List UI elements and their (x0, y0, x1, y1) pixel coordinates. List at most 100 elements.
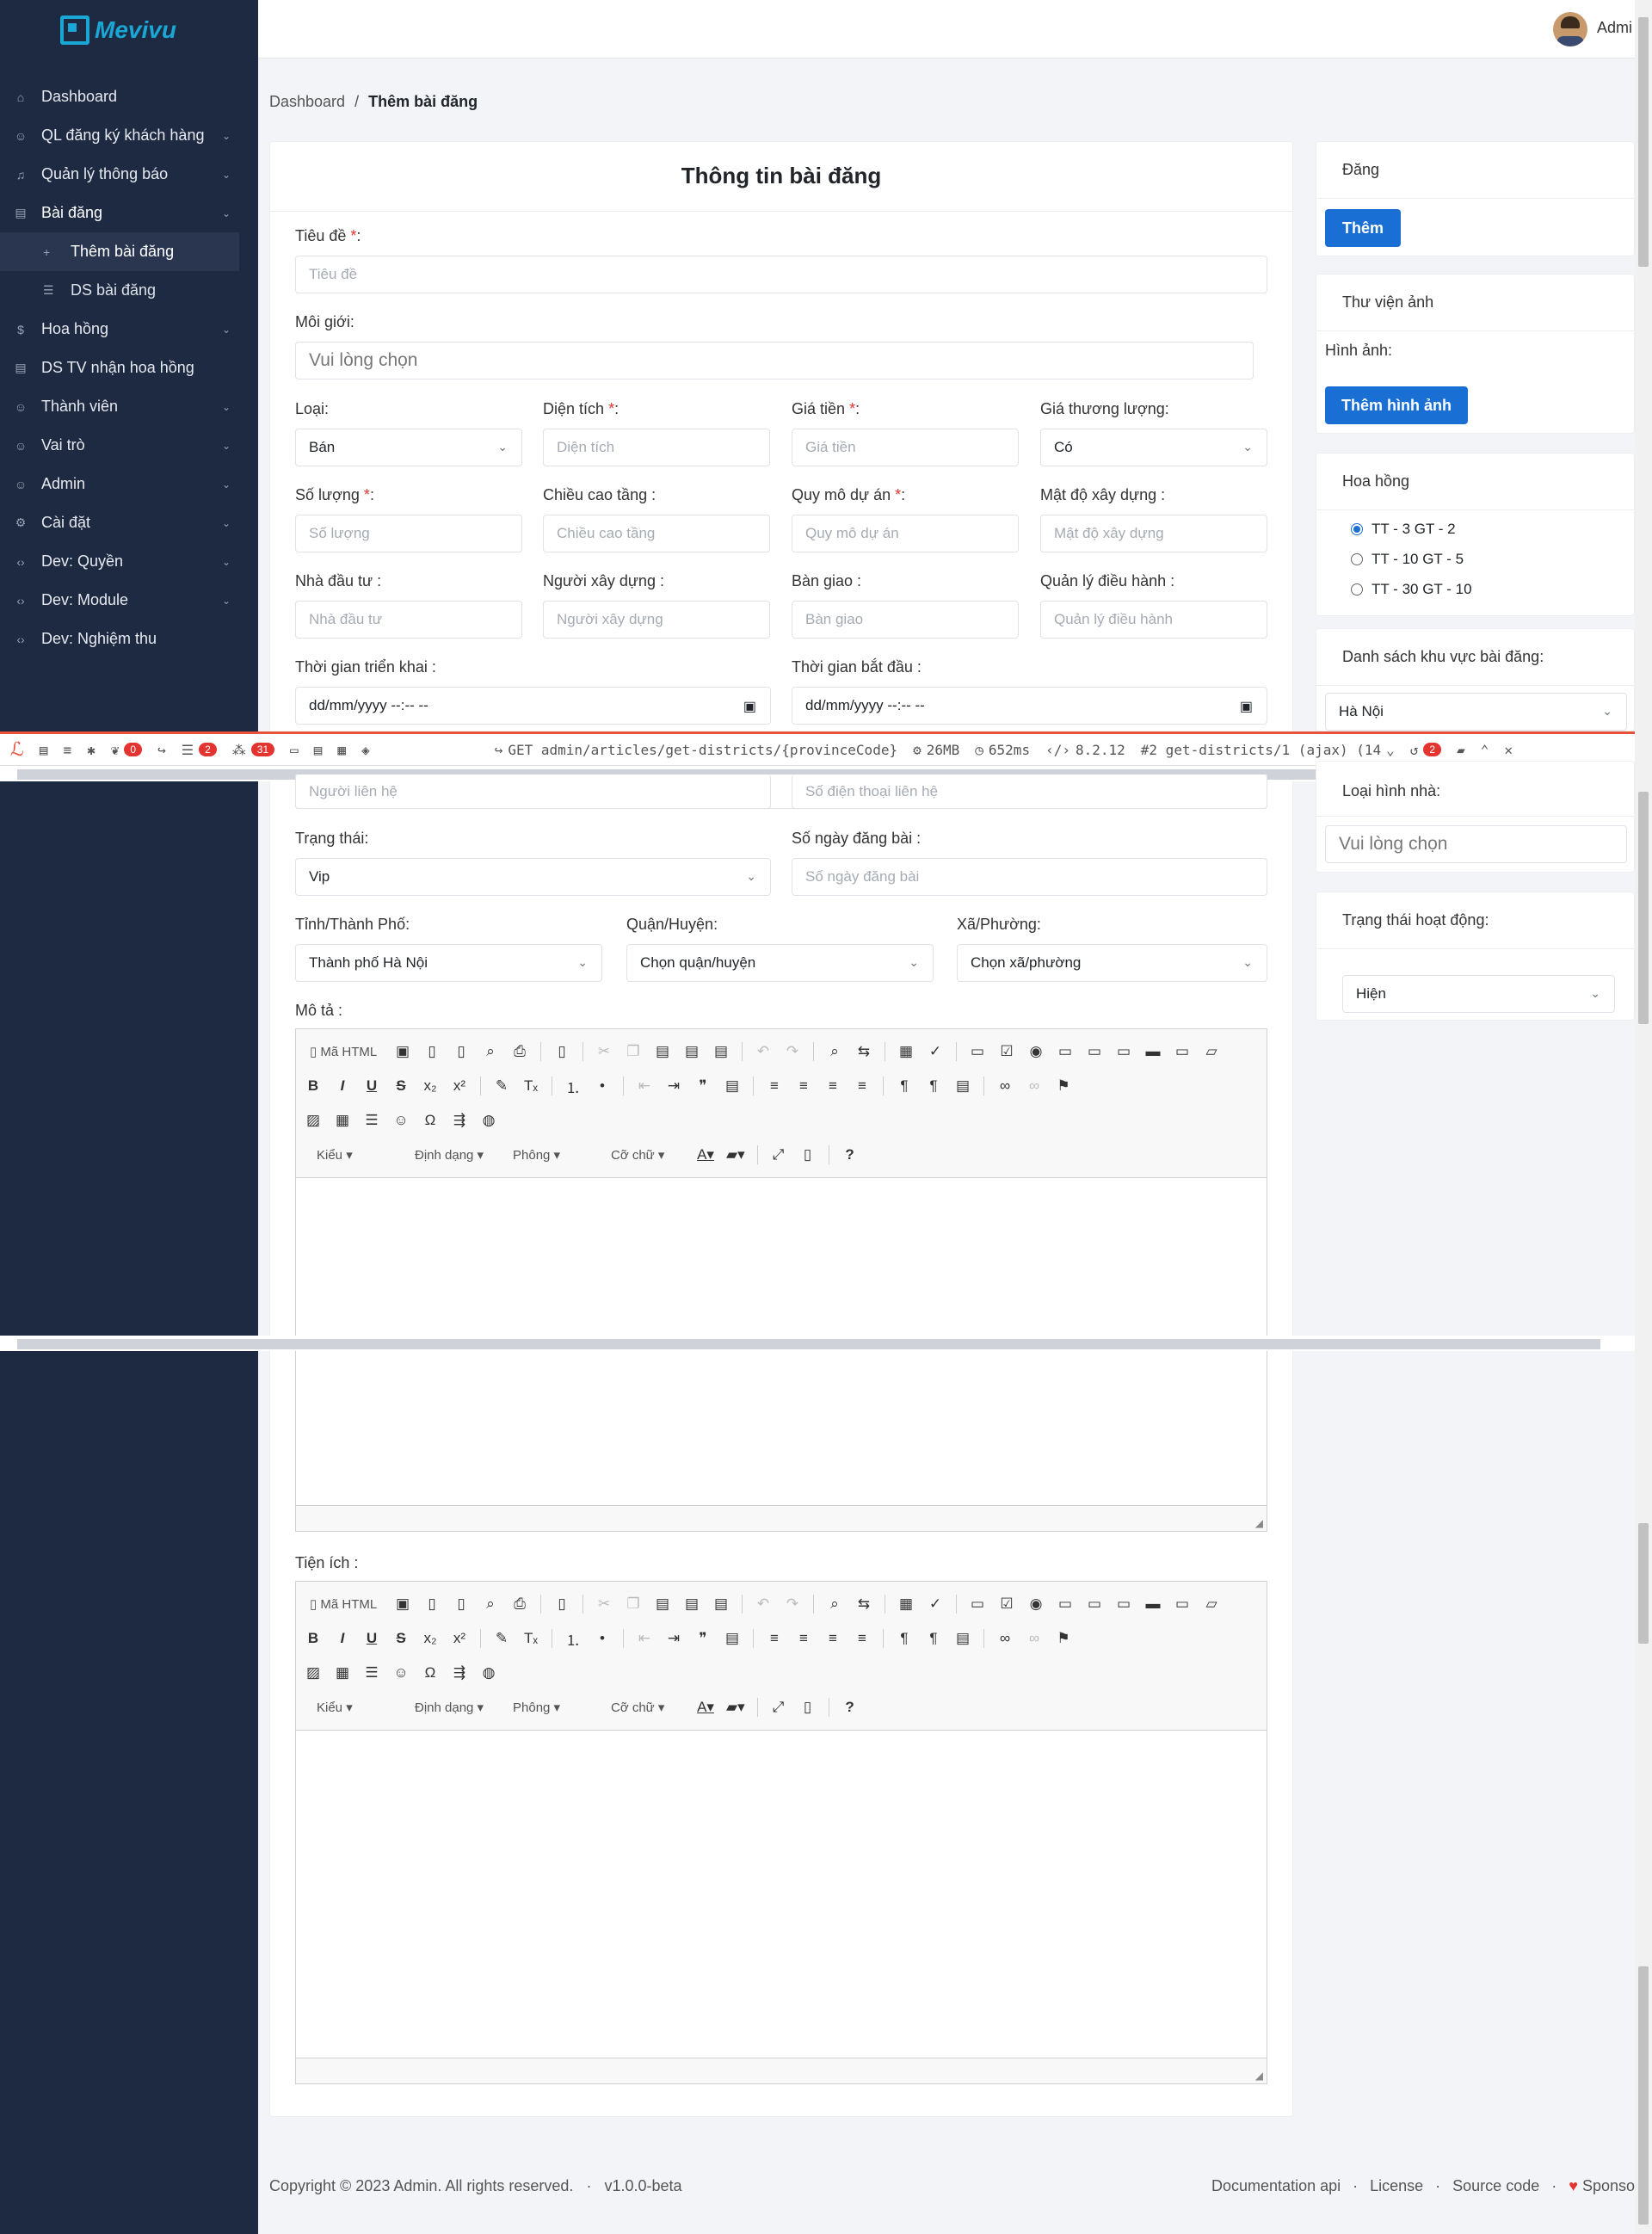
horizontal-line-icon[interactable]: ☰ (363, 1112, 380, 1129)
resize-handle-icon[interactable]: ◢ (1255, 1517, 1263, 1529)
floor-height-input[interactable]: Chiều cao tầng (543, 515, 770, 552)
timeline-icon[interactable]: ≡ (64, 742, 72, 758)
paste-icon[interactable]: ▤ (654, 1043, 671, 1060)
spellcheck-icon[interactable]: ✓ (927, 1595, 944, 1613)
share-icon[interactable]: ↪ (157, 742, 166, 758)
blockquote-icon[interactable]: ❞ (694, 1630, 712, 1647)
district-select[interactable]: Chọn quận/huyện ⌄ (626, 944, 934, 982)
undo-icon[interactable]: ↶ (755, 1595, 772, 1613)
preview-icon[interactable]: ⌕ (482, 1043, 499, 1060)
handover-input[interactable]: Bàn giao (792, 601, 1019, 639)
sidebar-item-dev-acceptance[interactable]: ‹› Dev: Nghiệm thu (0, 620, 258, 658)
superscript-icon[interactable]: x² (451, 1077, 468, 1095)
area-select[interactable]: Hà Nội ⌄ (1325, 693, 1627, 731)
deploy-time-input[interactable]: dd/mm/yyyy --:-- -- ▣ (295, 687, 771, 725)
quantity-input[interactable]: Số lượng (295, 515, 522, 552)
indent-icon[interactable]: ⇥ (665, 1077, 682, 1095)
undo-icon[interactable]: ↶ (755, 1043, 772, 1060)
new-page-icon[interactable]: ▯ (423, 1595, 441, 1613)
docs-link[interactable]: Documentation api (1211, 2177, 1341, 2195)
pdf-icon[interactable]: ▯ (453, 1595, 470, 1613)
bulleted-list-icon[interactable]: • (594, 1630, 611, 1647)
select-icon[interactable]: ▭ (1115, 1595, 1132, 1613)
sidebar-item-customers[interactable]: ☺ QL đăng ký khách hàng ⌄ (0, 116, 258, 155)
subscript-icon[interactable]: x₂ (422, 1077, 439, 1095)
views-tab[interactable]: ⁂ 31 (232, 742, 275, 758)
justify-icon[interactable]: ≡ (854, 1630, 871, 1647)
image-icon[interactable]: ▨ (305, 1664, 322, 1682)
spellcheck-icon[interactable]: ✓ (927, 1043, 944, 1060)
show-blocks-icon[interactable]: ▯ (799, 1146, 817, 1163)
maximize-icon[interactable]: ⤢ (770, 1146, 787, 1163)
cut-icon[interactable]: ✂ (595, 1595, 613, 1613)
italic-icon[interactable]: I (334, 1630, 351, 1647)
strike-icon[interactable]: S (392, 1630, 410, 1647)
broker-select[interactable]: Vui lòng chọn (295, 342, 1254, 380)
sponsor-link[interactable]: ♥ Sponso (1569, 2177, 1635, 2195)
horizontal-line-icon[interactable]: ☰ (363, 1664, 380, 1682)
sidebar-item-commission[interactable]: $ Hoa hồng ⌄ (0, 310, 258, 349)
sidebar-item-articles[interactable]: ▤ Bài đăng ⌄ (0, 194, 258, 232)
checkbox-icon[interactable]: ☑ (998, 1043, 1015, 1060)
paste-text-icon[interactable]: ▤ (683, 1043, 700, 1060)
format-combo[interactable]: Định dạng ▾ (403, 1147, 489, 1163)
save-icon[interactable]: ▣ (394, 1595, 411, 1613)
copy-icon[interactable]: ❐ (625, 1595, 642, 1613)
vertical-scrollbar[interactable] (1635, 0, 1652, 2234)
area-input[interactable]: Diện tích (543, 429, 770, 466)
pdf-icon[interactable]: ▯ (453, 1043, 470, 1060)
print-icon[interactable]: ⎙ (511, 1595, 528, 1613)
copy-icon[interactable]: ❐ (625, 1043, 642, 1060)
link-icon[interactable]: ∞ (996, 1077, 1014, 1095)
smiley-icon[interactable]: ☺ (392, 1664, 410, 1682)
unlink-icon[interactable]: ∞ (1026, 1077, 1043, 1095)
justify-icon[interactable]: ≡ (854, 1077, 871, 1095)
template-icon[interactable]: ▯ (553, 1595, 570, 1613)
div-icon[interactable]: ▤ (724, 1630, 741, 1647)
replace-icon[interactable]: ⇆ (855, 1043, 872, 1060)
show-blocks-icon[interactable]: ▯ (799, 1699, 817, 1716)
resize-handle-icon[interactable]: ◢ (1255, 2070, 1263, 2082)
investor-input[interactable]: Nhà đầu tư (295, 601, 522, 639)
help-icon[interactable]: ? (841, 1699, 859, 1716)
paste-text-icon[interactable]: ▤ (683, 1595, 700, 1613)
save-icon[interactable]: ▣ (394, 1043, 411, 1060)
form-icon[interactable]: ▭ (969, 1043, 986, 1060)
numbered-list-icon[interactable]: ⒈ (564, 1076, 582, 1097)
contact-person-input[interactable]: Người liên hệ (295, 774, 771, 809)
find-icon[interactable]: ⌕ (826, 1595, 843, 1613)
help-icon[interactable]: ? (841, 1146, 859, 1163)
superscript-icon[interactable]: x² (451, 1630, 468, 1647)
format-combo[interactable]: Định dạng ▾ (403, 1700, 489, 1715)
calendar-icon[interactable]: ▣ (1240, 698, 1253, 715)
font-size-combo[interactable]: Cỡ chữ ▾ (599, 1147, 685, 1163)
numbered-list-icon[interactable]: ⒈ (564, 1628, 582, 1650)
commission-option[interactable]: TT - 10 GT - 5 (1351, 551, 1464, 568)
sidebar-item-add-article[interactable]: + Thêm bài đăng (0, 232, 239, 271)
project-scale-input[interactable]: Quy mô dự án (792, 515, 1019, 552)
outdent-icon[interactable]: ⇤ (636, 1077, 653, 1095)
ltr-icon[interactable]: ¶ (896, 1630, 913, 1647)
form-icon[interactable]: ▭ (969, 1595, 986, 1613)
align-left-icon[interactable]: ≡ (766, 1630, 783, 1647)
laravel-icon[interactable]: ℒ (10, 739, 24, 761)
preview-icon[interactable]: ⌕ (482, 1595, 499, 1613)
sidebar-item-settings[interactable]: ⚙ Cài đặt ⌄ (0, 503, 258, 542)
ltr-icon[interactable]: ¶ (896, 1077, 913, 1095)
italic-icon[interactable]: I (334, 1077, 351, 1095)
blockquote-icon[interactable]: ❞ (694, 1077, 712, 1095)
iframe-icon[interactable]: ◍ (480, 1112, 497, 1129)
commission-option[interactable]: TT - 3 GT - 2 (1351, 521, 1456, 538)
add-image-button[interactable]: Thêm hình ảnh (1325, 386, 1468, 424)
table-icon[interactable]: ▦ (334, 1112, 351, 1129)
strike-icon[interactable]: S (392, 1077, 410, 1095)
user-name[interactable]: Admi (1597, 19, 1632, 37)
post-days-input[interactable]: Số ngày đăng bài (792, 858, 1267, 896)
font-size-combo[interactable]: Cỡ chữ ▾ (599, 1700, 685, 1715)
link-icon[interactable]: ∞ (996, 1630, 1014, 1647)
operator-input[interactable]: Quản lý điều hành (1040, 601, 1267, 639)
redo-icon[interactable]: ↷ (784, 1595, 801, 1613)
select-all-icon[interactable]: ▦ (897, 1595, 915, 1613)
sidebar-item-dashboard[interactable]: ⌂ Dashboard (0, 77, 258, 116)
align-right-icon[interactable]: ≡ (824, 1630, 841, 1647)
